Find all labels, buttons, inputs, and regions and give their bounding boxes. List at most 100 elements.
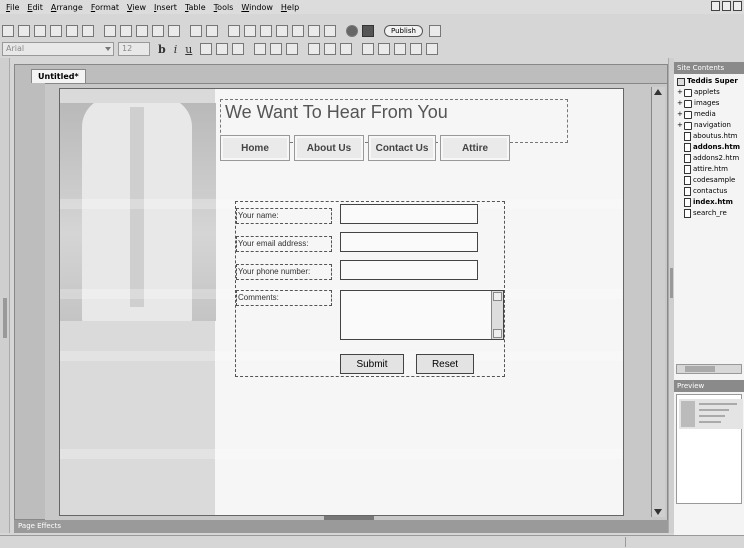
menu-table[interactable]: Table — [181, 3, 210, 12]
tree-file[interactable]: addons2.htm — [677, 153, 744, 164]
textarea-scrollbar[interactable] — [491, 291, 503, 339]
font-family-select[interactable]: Arial — [2, 42, 114, 56]
valign-bottom-icon[interactable] — [340, 43, 353, 55]
menu-arrange[interactable]: Arrange — [47, 3, 87, 12]
expand-icon[interactable]: + — [677, 87, 683, 98]
preview-in-browser-icon[interactable] — [362, 25, 374, 37]
preview-header[interactable]: Preview — [674, 380, 744, 392]
document-vertical-scrollbar[interactable] — [651, 87, 665, 517]
scroll-down-arrow-icon[interactable] — [654, 509, 662, 515]
scroll-up-arrow-icon[interactable] — [654, 89, 662, 95]
tree-file[interactable]: attire.htm — [677, 164, 744, 175]
numbered-list-icon[interactable] — [378, 43, 391, 55]
tree-folder[interactable]: + images — [677, 98, 744, 109]
nav-about-button[interactable]: About Us — [294, 135, 364, 161]
page-thumbnail[interactable] — [679, 399, 743, 429]
insert-table-icon[interactable] — [260, 25, 272, 37]
site-contents-header[interactable]: Site Contents — [674, 62, 744, 74]
highlight-icon[interactable] — [216, 43, 229, 55]
justify-icon[interactable] — [426, 43, 439, 55]
scroll-down-icon[interactable] — [493, 329, 502, 338]
insert-image-icon[interactable] — [244, 25, 256, 37]
nav-contact-button[interactable]: Contact Us — [368, 135, 436, 161]
delete-icon[interactable] — [168, 25, 180, 37]
valign-top-icon[interactable] — [308, 43, 321, 55]
align-right-icon[interactable] — [286, 43, 299, 55]
save-icon[interactable] — [50, 25, 62, 37]
print-icon[interactable] — [66, 25, 78, 37]
spell-check-icon[interactable] — [104, 25, 116, 37]
insert-text-box-icon[interactable] — [228, 25, 240, 37]
print-preview-icon[interactable] — [82, 25, 94, 37]
menu-insert[interactable]: Insert — [150, 3, 181, 12]
open-file-icon[interactable] — [18, 25, 30, 37]
new-file-icon[interactable] — [2, 25, 14, 37]
expand-icon[interactable]: + — [677, 98, 683, 109]
menu-edit[interactable]: Edit — [23, 3, 47, 12]
tree-file[interactable]: aboutus.htm — [677, 131, 744, 142]
nav-attire-button[interactable]: Attire — [440, 135, 510, 161]
menu-help[interactable]: Help — [277, 3, 303, 12]
document-tab[interactable]: Untitled* — [31, 69, 86, 83]
paste-icon[interactable] — [152, 25, 164, 37]
insert-form-icon[interactable] — [276, 25, 288, 37]
fill-color-icon[interactable] — [232, 43, 245, 55]
menu-view[interactable]: View — [123, 3, 150, 12]
font-size-select[interactable]: 12 — [118, 42, 150, 56]
align-left-icon[interactable] — [254, 43, 267, 55]
globe-icon[interactable] — [346, 25, 358, 37]
cut-icon[interactable] — [120, 25, 132, 37]
close-icon[interactable] — [733, 1, 742, 11]
underline-button[interactable]: u — [185, 43, 192, 56]
home-icon[interactable] — [428, 25, 441, 37]
dock-grip-handle[interactable] — [3, 298, 7, 338]
text-color-icon[interactable] — [200, 43, 213, 55]
menu-format[interactable]: Format — [87, 3, 123, 12]
splitter-grip-handle[interactable] — [670, 268, 673, 298]
italic-button[interactable]: i — [174, 43, 178, 56]
align-center-icon[interactable] — [270, 43, 283, 55]
tree-folder[interactable]: + navigation — [677, 120, 744, 131]
tree-file[interactable]: addons.htm — [677, 142, 744, 153]
nav-home-button[interactable]: Home — [220, 135, 290, 161]
phone-field[interactable] — [340, 260, 478, 280]
tree-file[interactable]: index.htm — [677, 197, 744, 208]
bold-button[interactable]: b — [158, 43, 166, 56]
minimize-icon[interactable] — [711, 1, 720, 11]
email-field[interactable] — [340, 232, 478, 252]
indent-icon[interactable] — [410, 43, 423, 55]
submit-button[interactable]: Submit — [340, 354, 404, 374]
tree-file[interactable]: contactus — [677, 186, 744, 197]
menu-tools[interactable]: Tools — [210, 3, 238, 12]
outdent-icon[interactable] — [394, 43, 407, 55]
copy-icon[interactable] — [136, 25, 148, 37]
expand-icon[interactable]: + — [677, 109, 683, 120]
valign-middle-icon[interactable] — [324, 43, 337, 55]
restore-icon[interactable] — [722, 1, 731, 11]
reset-button[interactable]: Reset — [416, 354, 474, 374]
tree-file[interactable]: search_re — [677, 208, 744, 219]
bullet-list-icon[interactable] — [362, 43, 375, 55]
publish-button[interactable]: Publish — [384, 25, 423, 37]
effects-drag-handle[interactable] — [324, 516, 374, 520]
menu-window[interactable]: Window — [237, 3, 277, 12]
tree-file[interactable]: codesample — [677, 175, 744, 186]
site-tree-horizontal-scrollbar[interactable] — [676, 364, 742, 374]
scroll-up-icon[interactable] — [493, 292, 502, 301]
menu-file[interactable]: File — [2, 3, 23, 12]
page-effects-bar[interactable]: Page Effects — [14, 516, 668, 533]
insert-link-icon[interactable] — [308, 25, 320, 37]
tree-folder[interactable]: + media — [677, 109, 744, 120]
undo-icon[interactable] — [190, 25, 202, 37]
open-folder-icon[interactable] — [34, 25, 46, 37]
expand-icon[interactable]: + — [677, 120, 683, 131]
name-field[interactable] — [340, 204, 478, 224]
scrollbar-thumb[interactable] — [685, 366, 715, 372]
insert-component-icon[interactable] — [324, 25, 336, 37]
tree-folder[interactable]: + applets — [677, 87, 744, 98]
left-dock[interactable] — [0, 58, 10, 533]
redo-icon[interactable] — [206, 25, 218, 37]
comments-textarea[interactable] — [340, 290, 504, 340]
tree-site-root[interactable]: Teddis Super — [677, 76, 744, 87]
insert-layer-icon[interactable] — [292, 25, 304, 37]
